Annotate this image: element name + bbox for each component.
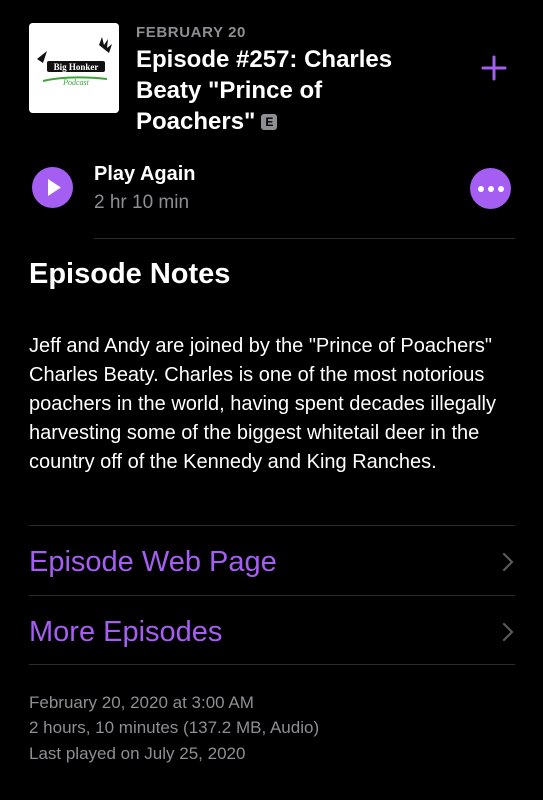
more-episodes-label: More Episodes — [29, 615, 223, 648]
podcast-logo: Big Honker Podcast — [29, 23, 119, 113]
add-episode-button[interactable] — [478, 52, 510, 84]
episode-date: FEBRUARY 20 — [136, 24, 246, 41]
podcast-artwork[interactable]: Big Honker Podcast — [29, 23, 119, 113]
plus-icon — [481, 55, 507, 81]
divider — [29, 595, 515, 596]
divider — [29, 664, 515, 665]
play-icon — [48, 179, 61, 196]
svg-text:Podcast: Podcast — [62, 78, 90, 87]
episode-duration: 2 hr 10 min — [94, 192, 190, 213]
episode-web-page-link[interactable]: Episode Web Page — [29, 529, 515, 595]
explicit-badge: E — [261, 114, 278, 130]
chevron-right-icon — [502, 622, 514, 642]
divider — [94, 238, 515, 239]
episode-details: 2 hours, 10 minutes (137.2 MB, Audio) — [29, 718, 320, 737]
divider — [29, 525, 515, 526]
episode-notes-body: Jeff and Andy are joined by the "Prince … — [29, 335, 496, 473]
episode-notes-heading: Episode Notes — [29, 258, 231, 290]
svg-text:Big Honker: Big Honker — [54, 62, 99, 72]
play-again-button[interactable] — [32, 167, 73, 208]
ellipsis-dot — [487, 185, 494, 192]
play-again-label[interactable]: Play Again — [94, 163, 196, 186]
more-episodes-link[interactable]: More Episodes — [29, 599, 515, 665]
episode-web-page-label: Episode Web Page — [29, 545, 277, 578]
ellipsis-icon — [477, 185, 484, 192]
last-played: Last played on July 25, 2020 — [29, 744, 246, 763]
episode-title: Episode #257: Charles Beaty "Prince of P… — [136, 44, 436, 137]
more-options-button[interactable] — [470, 168, 511, 209]
published-date: February 20, 2020 at 3:00 AM — [29, 693, 254, 712]
chevron-right-icon — [502, 552, 514, 572]
ellipsis-dot — [497, 185, 504, 192]
